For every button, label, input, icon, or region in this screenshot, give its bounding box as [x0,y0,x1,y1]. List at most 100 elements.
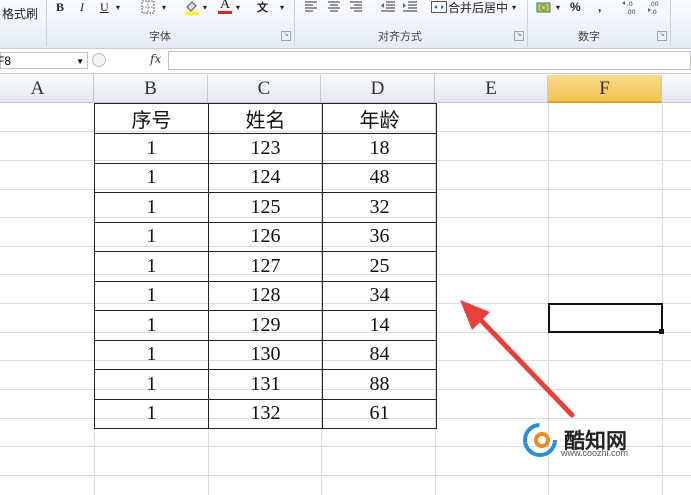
table-cell[interactable]: 34 [322,280,437,311]
table-cell[interactable]: 1 [94,162,209,193]
table-cell[interactable]: 1 [94,369,209,400]
align-left-icon[interactable] [304,0,318,16]
comma-style-button[interactable]: , [598,0,601,16]
decrease-indent-icon[interactable] [380,0,396,16]
table-cell[interactable]: 18 [322,133,437,164]
table-cell[interactable]: 84 [322,339,437,370]
table-cell[interactable]: 1 [94,221,209,252]
column-header-a[interactable]: A [0,75,94,103]
number-dialog-launcher-icon[interactable]: ↘ [657,31,667,41]
fill-color-dropdown-icon[interactable]: ▾ [203,0,207,16]
column-header-g[interactable] [662,75,691,103]
svg-text:.00: .00 [626,9,636,15]
decrease-decimal-icon[interactable]: .00.0 [646,0,664,16]
ribbon-separator [46,0,47,46]
currency-format-icon[interactable] [536,0,552,16]
column-header-d[interactable]: D [321,75,435,103]
phonetic-glyph: 文 [257,2,268,14]
table-cell[interactable]: 88 [322,369,437,400]
increase-decimal-icon[interactable]: .0.00 [622,0,640,16]
font-group-label: 字体 [149,31,171,43]
ribbon-separator [294,0,295,46]
bold-button[interactable]: B [56,0,64,16]
coozhi-logo-icon [523,423,557,457]
table-row: 1 125 32 [94,192,437,223]
align-right-icon[interactable] [349,0,363,16]
font-dialog-launcher-icon[interactable]: ↘ [281,31,291,41]
table-row: 1 130 84 [94,339,437,370]
align-dialog-launcher-icon[interactable]: ↘ [514,31,524,41]
table-cell[interactable]: 14 [322,310,437,341]
grid-line [0,475,691,476]
table-row: 1 123 18 [94,133,437,164]
merge-center-label: 合并后居中 [448,0,509,15]
table-row: 1 127 25 [94,251,437,282]
column-header-b[interactable]: B [94,75,208,103]
table-row: 1 128 34 [94,280,437,311]
table-cell[interactable]: 48 [322,162,437,193]
border-dropdown-icon[interactable]: ▾ [162,0,166,16]
name-box[interactable]: F8 ▼ [0,52,88,69]
table-cell[interactable]: 1 [94,310,209,341]
font-color-dropdown-icon[interactable]: ▾ [236,0,240,16]
grid-line [662,103,663,495]
font-color-bar [218,11,232,14]
fill-handle[interactable] [659,329,664,334]
column-header-f[interactable]: F [548,75,662,103]
table-cell[interactable]: 1 [94,339,209,370]
underline-dropdown-icon[interactable]: ▾ [116,0,120,16]
table-cell[interactable]: 1 [94,251,209,282]
table-cell[interactable]: 126 [208,221,323,252]
percent-button[interactable]: % [570,0,581,16]
increase-indent-icon[interactable] [402,0,418,16]
table-cell[interactable]: 128 [208,280,323,311]
currency-dropdown-icon[interactable]: ▾ [556,0,560,16]
header-cell-age[interactable]: 年龄 [322,103,437,134]
column-header-e[interactable]: E [435,75,548,103]
annotation-arrow-icon [460,300,575,418]
ribbon-separator [527,0,528,46]
phonetic-button[interactable]: 文 [257,0,268,16]
border-icon[interactable] [141,0,155,16]
format-painter-button[interactable]: 格式刷 [2,5,38,22]
table-cell[interactable]: 1 [94,398,209,429]
table-cell[interactable]: 32 [322,192,437,223]
table-cell[interactable]: 123 [208,133,323,164]
table-row: 1 126 36 [94,221,437,252]
formula-bar: F8 ▼ fx [0,49,691,74]
font-color-button[interactable]: A [218,0,232,16]
table-cell[interactable]: 1 [94,280,209,311]
table-cell[interactable]: 132 [208,398,323,429]
ribbon: 格式刷 B I U ▾ ▾ ▾ A ▾ 文 ▾ 字体 ↘ 合并后居中 ▾ 对齐方… [0,0,691,49]
table-cell[interactable]: 1 [94,133,209,164]
svg-text:.00: .00 [649,1,659,8]
italic-button[interactable]: I [80,0,84,16]
insert-function-button[interactable]: fx [150,52,161,66]
table-cell[interactable]: 36 [322,221,437,252]
merge-center-icon [431,1,447,13]
phonetic-dropdown-icon[interactable]: ▾ [280,0,284,16]
ribbon-separator [670,0,671,46]
watermark-url: www.coozhi.com [561,448,629,458]
merge-center-button[interactable]: 合并后居中 ▾ [431,0,516,16]
table-cell[interactable]: 127 [208,251,323,282]
table-cell[interactable]: 130 [208,339,323,370]
table-cell[interactable]: 124 [208,162,323,193]
table-cell[interactable]: 25 [322,251,437,282]
column-header-c[interactable]: C [208,75,321,103]
table-cell[interactable]: 129 [208,310,323,341]
formula-bar-resize-icon[interactable] [92,53,106,67]
font-color-glyph: A [219,0,231,12]
header-cell-index[interactable]: 序号 [94,103,209,134]
name-box-dropdown-icon[interactable]: ▼ [76,53,84,70]
table-cell[interactable]: 1 [94,192,209,223]
data-table: 序号 姓名 年龄 1 123 18 1 124 48 1 125 32 1 126 36 1 12… [94,103,437,429]
formula-input[interactable] [168,51,691,70]
table-cell[interactable]: 125 [208,192,323,223]
table-cell[interactable]: 131 [208,369,323,400]
fill-color-icon[interactable] [184,0,200,16]
table-cell[interactable]: 61 [322,398,437,429]
underline-button[interactable]: U [100,0,109,16]
align-center-icon[interactable] [327,0,341,16]
header-cell-name[interactable]: 姓名 [208,103,323,134]
